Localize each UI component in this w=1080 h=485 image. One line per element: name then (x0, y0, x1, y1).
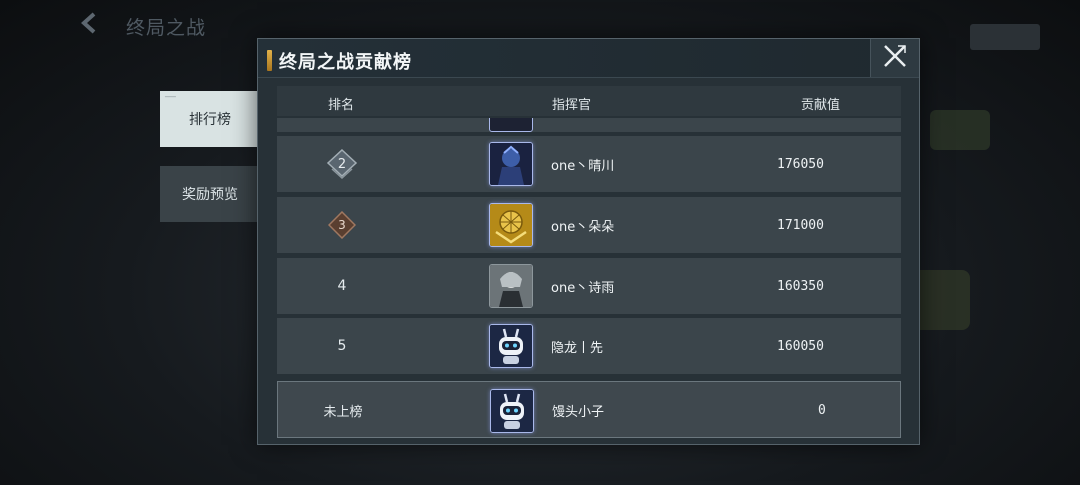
background-decoration (930, 110, 990, 150)
close-button[interactable] (870, 39, 919, 77)
my-commander-name: 馒头小子 (552, 405, 605, 420)
robot-avatar-icon (489, 324, 533, 368)
back-arrow-icon (78, 10, 104, 36)
title-accent-bar (267, 50, 272, 71)
rank-badge: 2 (277, 136, 407, 192)
background-sidebar-item (78, 192, 158, 258)
contribution-score: 176050 (777, 156, 824, 172)
background-title: 终局之战 (126, 17, 207, 39)
my-contribution-score: 0 (818, 403, 826, 418)
tab-label: 排行榜 (189, 112, 231, 128)
background-sidebar (78, 60, 158, 324)
tab-label: 奖励预览 (182, 187, 238, 203)
commander-name: one丶朵朵 (551, 219, 615, 235)
rank-number: 5 (337, 338, 347, 354)
close-icon (882, 43, 908, 73)
table-row[interactable] (277, 118, 901, 132)
character-portrait-avatar-icon (489, 264, 533, 308)
table-row[interactable]: 3 one丶朵朵 171000 (277, 197, 901, 253)
table-header: 排名 指挥官 贡献值 (277, 86, 901, 116)
robot-avatar-icon (490, 389, 534, 433)
tab-decoration: ─── (165, 94, 176, 101)
rank-badge: 3 (277, 197, 407, 253)
tab-leaderboard[interactable]: ─── 排行榜 (160, 91, 270, 147)
tab-reward-preview[interactable]: 奖励预览 (160, 166, 260, 222)
table-row[interactable]: 5 隐龙丨先 160050 (277, 318, 901, 374)
background-sidebar-item (78, 126, 158, 192)
commander-name: one丶晴川 (551, 158, 615, 174)
header-contribution: 贡献值 (801, 98, 841, 113)
header-commander: 指挥官 (552, 98, 592, 113)
background-sidebar-item (78, 60, 158, 126)
my-rank-status: 未上榜 (323, 405, 363, 420)
background-sidebar-item (78, 258, 158, 324)
gold-emblem-avatar-icon (489, 203, 533, 247)
table-row[interactable]: 2 one丶晴川 176050 (277, 136, 901, 192)
my-rank-row[interactable]: 未上榜 馒头小子 0 (277, 381, 901, 438)
commander-name: 隐龙丨先 (551, 340, 604, 356)
rank-number: 4 (337, 278, 347, 294)
rank-number: 3 (338, 218, 346, 232)
avatar (489, 118, 533, 132)
contribution-score: 160350 (777, 278, 824, 294)
rank-number: 2 (337, 156, 347, 172)
modal-header: 终局之战贡献榜 (258, 39, 919, 78)
commander-name: one丶诗雨 (551, 280, 615, 296)
background-button (970, 24, 1040, 50)
header-rank: 排名 (328, 98, 355, 113)
dark-armor-avatar-icon (489, 142, 533, 186)
table-row[interactable]: 4 one丶诗雨 160350 (277, 258, 901, 314)
contribution-score: 171000 (777, 217, 824, 233)
modal-title: 终局之战贡献榜 (279, 52, 412, 73)
contribution-score: 160050 (777, 338, 824, 354)
